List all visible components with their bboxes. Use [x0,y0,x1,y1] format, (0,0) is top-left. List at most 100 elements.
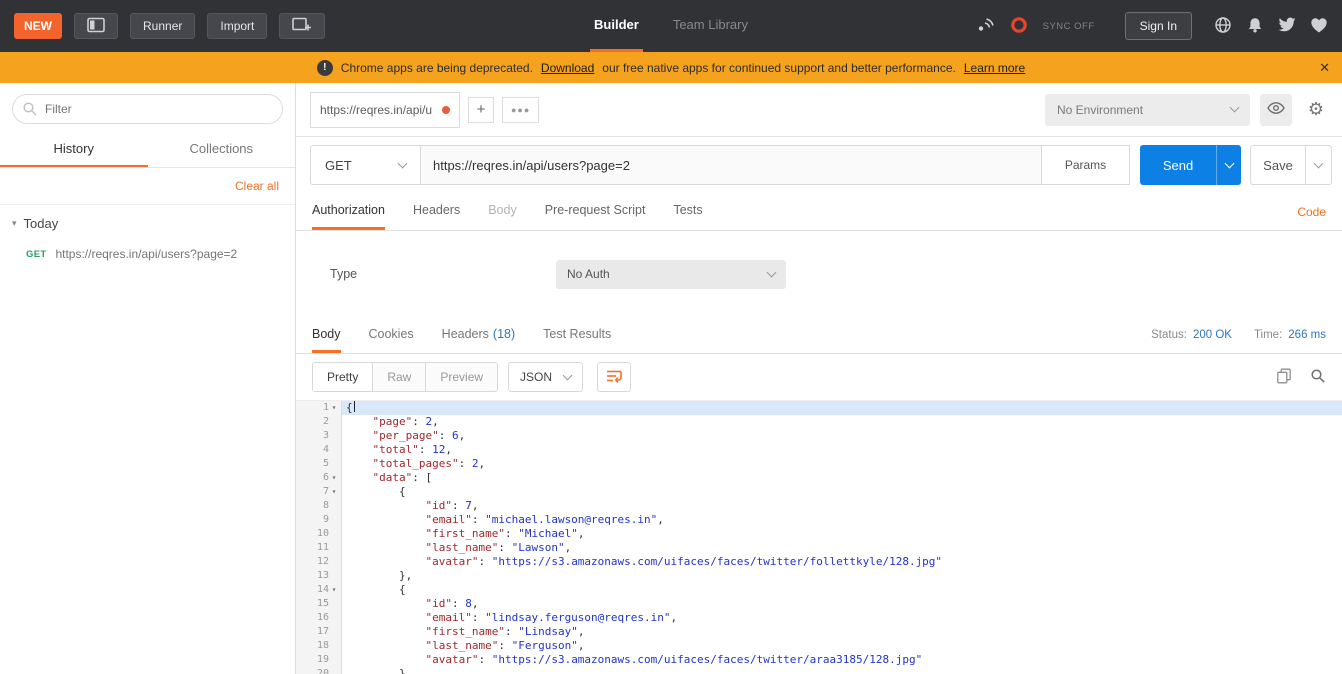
editor-line[interactable]: 4 "total": 12, [296,443,1342,457]
editor-line[interactable]: 11 "last_name": "Lawson", [296,541,1342,555]
tab-cookies[interactable]: Cookies [369,317,414,353]
send-options-button[interactable] [1216,145,1241,185]
download-link[interactable]: Download [541,61,594,75]
auth-type-select[interactable]: No Auth [556,260,786,289]
editor-line[interactable]: 5 "total_pages": 2, [296,457,1342,471]
tab-team-library[interactable]: Team Library [669,0,752,52]
code-line-content[interactable]: "email": "michael.lawson@reqres.in", [342,513,1342,527]
new-button[interactable]: NEW [14,13,62,39]
banner-close-icon[interactable]: ✕ [1319,52,1330,83]
code-line-content[interactable]: "total_pages": 2, [342,457,1342,471]
response-editor[interactable]: 1▾{2 "page": 2,3 "per_page": 6,4 "total"… [296,400,1342,674]
view-pretty-button[interactable]: Pretty [313,363,373,391]
editor-line[interactable]: 20 }, [296,667,1342,674]
tab-body[interactable]: Body [488,193,517,230]
code-line-content[interactable]: "avatar": "https://s3.amazonaws.com/uifa… [342,653,1342,667]
tab-history[interactable]: History [0,132,148,167]
help-globe-button[interactable] [1214,16,1232,37]
code-line-content[interactable]: "id": 7, [342,499,1342,513]
twitter-button[interactable] [1278,17,1296,36]
code-line-content[interactable]: { [342,485,1342,499]
view-preview-button[interactable]: Preview [426,363,497,391]
search-response-button[interactable] [1310,368,1326,387]
editor-line[interactable]: 2 "page": 2, [296,415,1342,429]
fold-arrow-icon[interactable]: ▾ [329,485,339,499]
filter-input[interactable] [12,94,283,124]
send-button[interactable]: Send [1140,145,1216,185]
history-item[interactable]: GET https://reqres.in/api/users?page=2 [0,242,295,266]
editor-line[interactable]: 15 "id": 8, [296,597,1342,611]
format-select[interactable]: JSON [508,362,583,392]
save-options-button[interactable] [1306,145,1332,185]
copy-button[interactable] [1276,368,1292,387]
fold-arrow-icon[interactable]: ▾ [329,401,339,415]
code-line-content[interactable]: { [342,401,1342,415]
method-select[interactable]: GET [310,145,420,185]
editor-line[interactable]: 9 "email": "michael.lawson@reqres.in", [296,513,1342,527]
code-line-content[interactable]: "avatar": "https://s3.amazonaws.com/uifa… [342,555,1342,569]
environment-preview-button[interactable] [1260,94,1292,126]
code-link[interactable]: Code [1297,193,1326,230]
code-line-content[interactable]: "id": 8, [342,597,1342,611]
editor-line[interactable]: 17 "first_name": "Lindsay", [296,625,1342,639]
tab-authorization[interactable]: Authorization [312,193,385,230]
clear-all-link[interactable]: Clear all [235,179,279,193]
history-group-today[interactable]: ▾ Today [0,205,295,242]
code-line-content[interactable]: "email": "lindsay.ferguson@reqres.in", [342,611,1342,625]
code-line-content[interactable]: { [342,583,1342,597]
sync-button[interactable] [1009,15,1029,38]
time-value[interactable]: 266 ms [1288,329,1326,341]
editor-line[interactable]: 1▾{ [296,401,1342,415]
tab-response-body[interactable]: Body [312,317,341,353]
url-input[interactable] [420,145,1042,185]
add-tab-button[interactable]: + [468,97,494,123]
interceptor-button[interactable] [975,16,995,37]
code-line-content[interactable]: "last_name": "Ferguson", [342,639,1342,653]
code-line-content[interactable]: "total": 12, [342,443,1342,457]
learn-more-link[interactable]: Learn more [964,61,1025,75]
tab-pre-request-script[interactable]: Pre-request Script [545,193,646,230]
editor-line[interactable]: 16 "email": "lindsay.ferguson@reqres.in"… [296,611,1342,625]
tab-collections[interactable]: Collections [148,132,296,167]
code-line-content[interactable]: "first_name": "Lindsay", [342,625,1342,639]
params-button[interactable]: Params [1042,145,1130,185]
sign-in-button[interactable]: Sign In [1125,12,1192,40]
tab-headers[interactable]: Headers [413,193,460,230]
editor-line[interactable]: 14▾ { [296,583,1342,597]
editor-line[interactable]: 6▾ "data": [ [296,471,1342,485]
code-line-content[interactable]: "first_name": "Michael", [342,527,1342,541]
request-tab[interactable]: https://reqres.in/api/u [310,92,460,128]
new-window-button[interactable] [279,13,325,39]
tab-tests[interactable]: Tests [673,193,702,230]
code-line-content[interactable]: "data": [ [342,471,1342,485]
import-button[interactable]: Import [207,13,267,39]
support-button[interactable] [1310,17,1328,36]
editor-line[interactable]: 3 "per_page": 6, [296,429,1342,443]
tab-builder[interactable]: Builder [590,0,643,52]
tab-response-headers[interactable]: Headers (18) [442,317,515,353]
settings-button[interactable]: ⚙ [1300,94,1332,126]
code-line-content[interactable]: }, [342,569,1342,583]
editor-line[interactable]: 10 "first_name": "Michael", [296,527,1342,541]
code-line-content[interactable]: "last_name": "Lawson", [342,541,1342,555]
word-wrap-button[interactable] [597,362,631,392]
code-line-content[interactable]: "page": 2, [342,415,1342,429]
editor-line[interactable]: 8 "id": 7, [296,499,1342,513]
editor-line[interactable]: 19 "avatar": "https://s3.amazonaws.com/u… [296,653,1342,667]
editor-line[interactable]: 18 "last_name": "Ferguson", [296,639,1342,653]
editor-line[interactable]: 7▾ { [296,485,1342,499]
fold-arrow-icon[interactable]: ▾ [329,471,339,485]
more-tabs-button[interactable]: ●●● [502,97,539,123]
sidebar-toggle-button[interactable] [74,13,118,39]
view-raw-button[interactable]: Raw [373,363,426,391]
fold-arrow-icon[interactable]: ▾ [329,583,339,597]
runner-button[interactable]: Runner [130,13,195,39]
tab-test-results[interactable]: Test Results [543,317,611,353]
code-line-content[interactable]: }, [342,667,1342,674]
status-value[interactable]: 200 OK [1193,329,1232,341]
save-button[interactable]: Save [1250,145,1306,185]
notifications-button[interactable] [1246,16,1264,37]
environment-select[interactable]: No Environment [1045,94,1250,126]
editor-line[interactable]: 12 "avatar": "https://s3.amazonaws.com/u… [296,555,1342,569]
code-line-content[interactable]: "per_page": 6, [342,429,1342,443]
